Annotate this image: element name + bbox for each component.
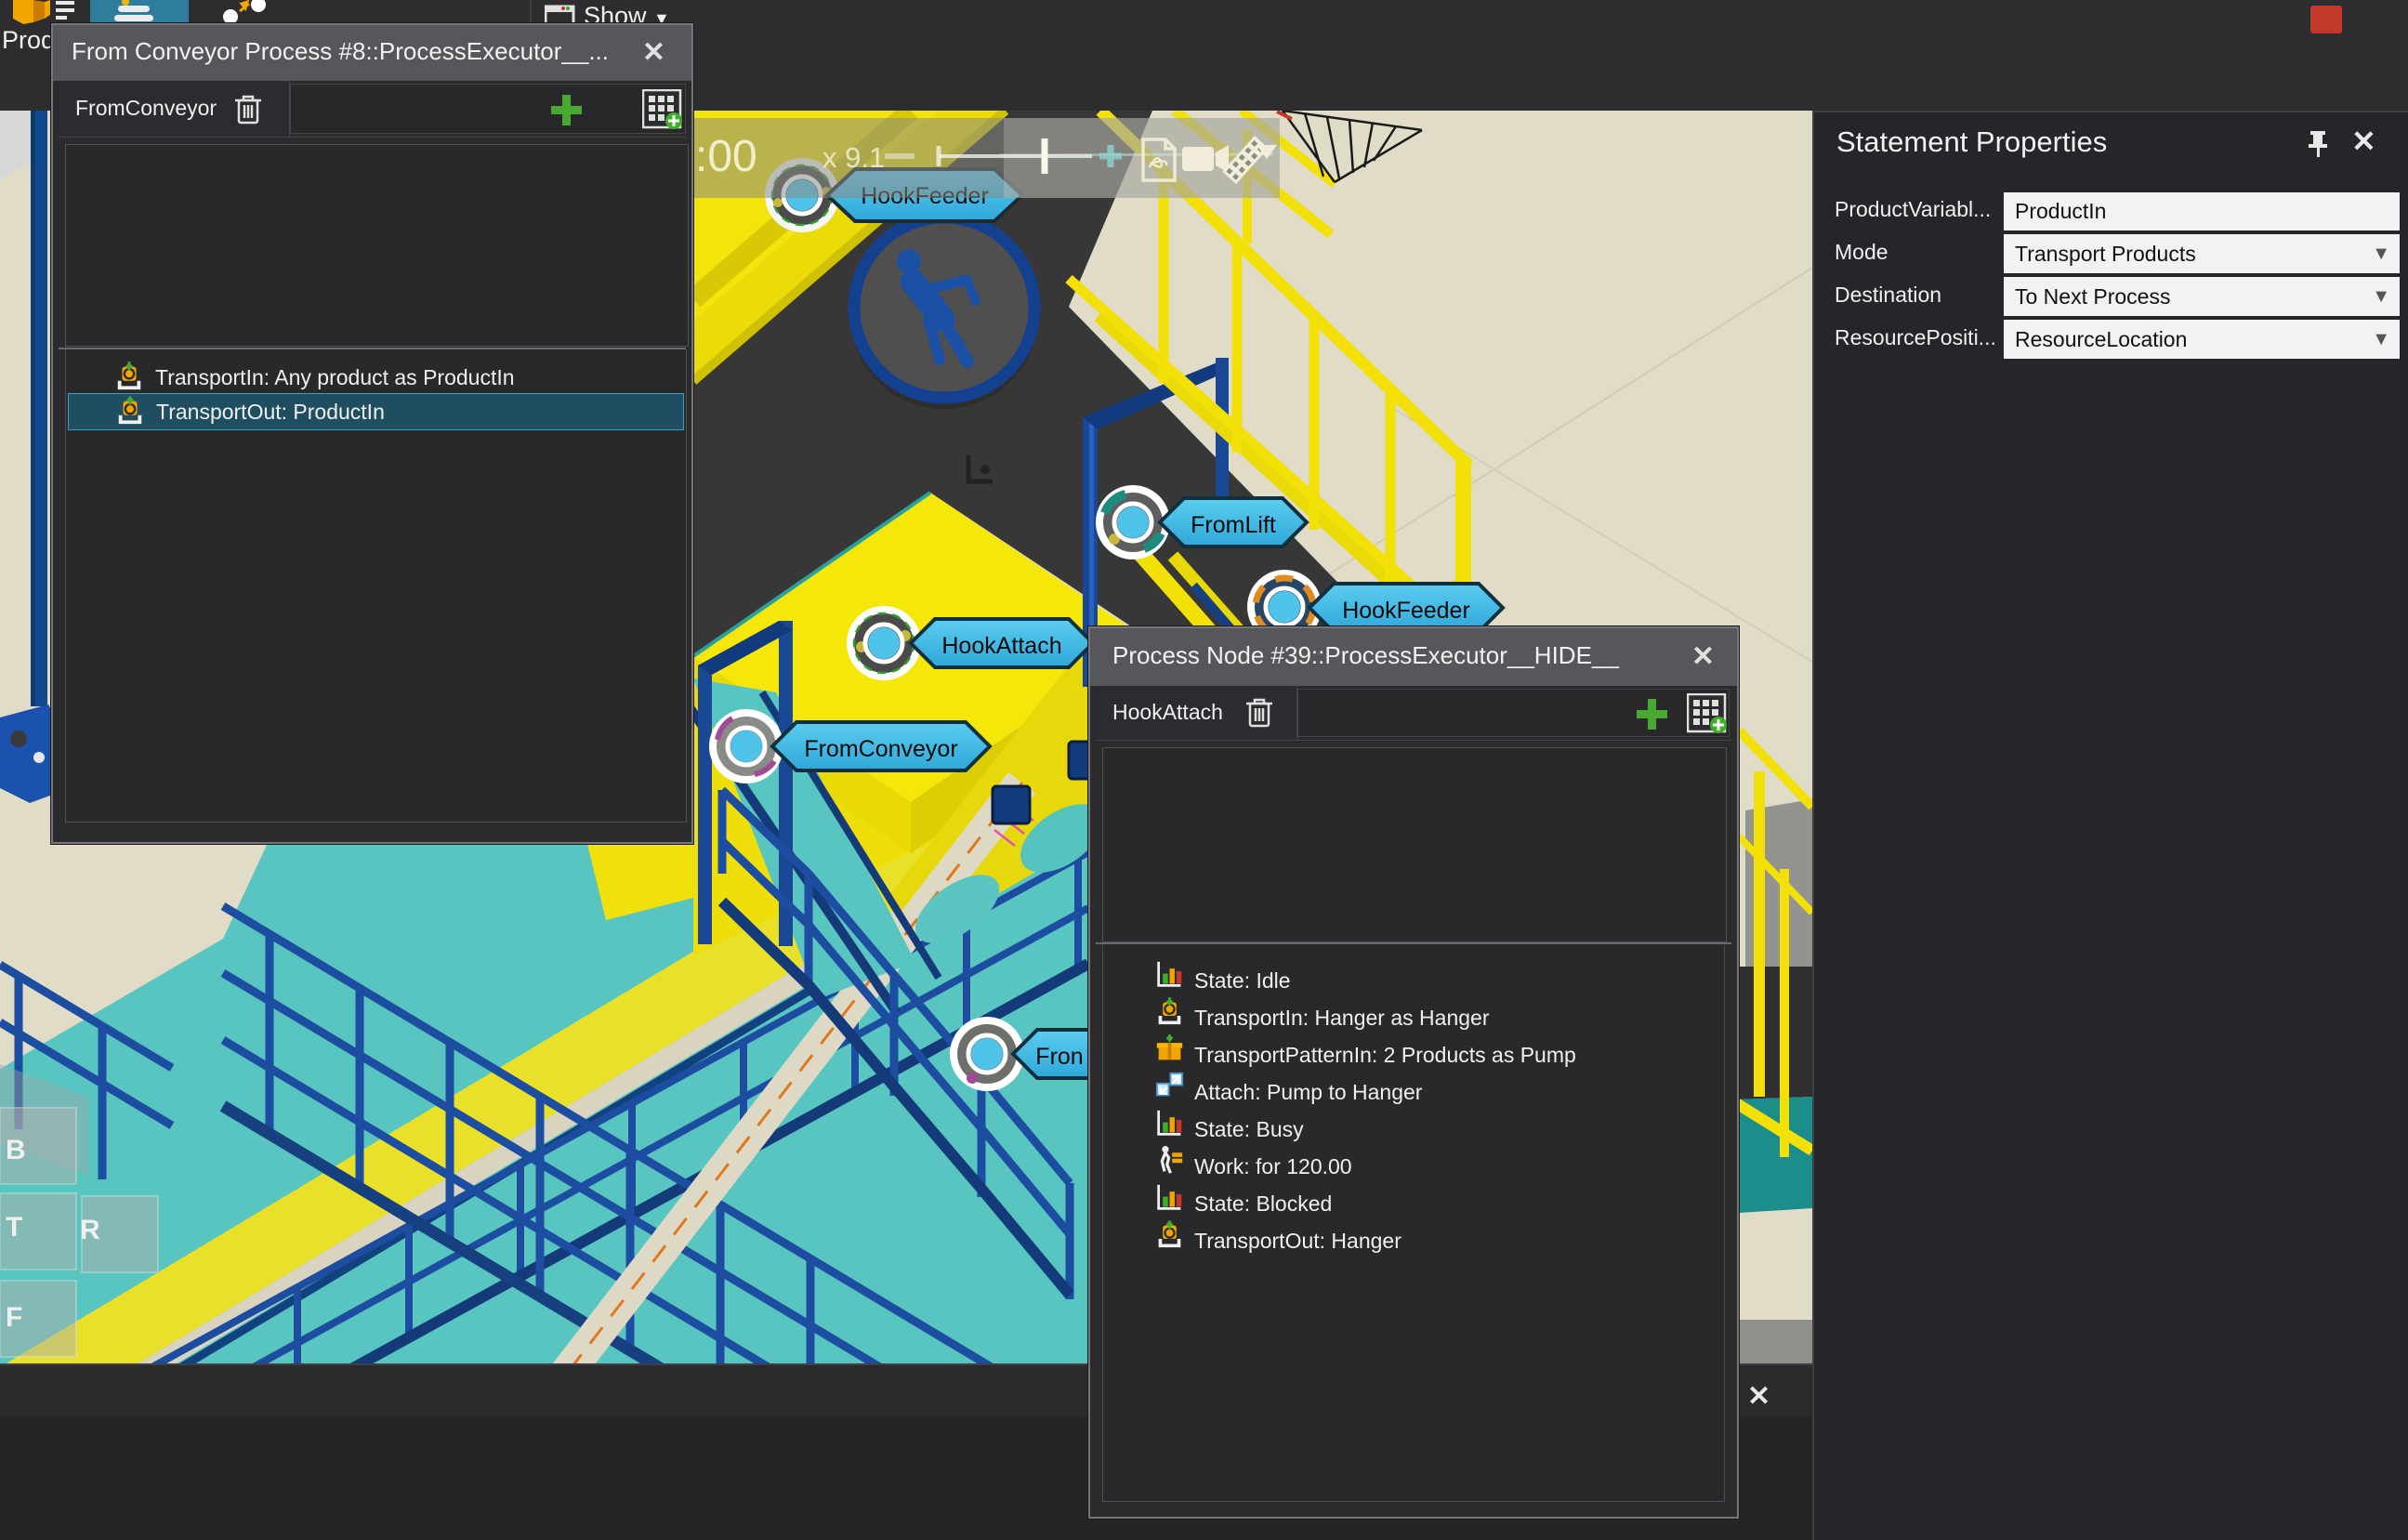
svg-text:B: B [6,1135,26,1165]
svg-text:Fron: Fron [1035,1044,1083,1070]
svg-text:x 9.1: x 9.1 [822,141,885,174]
svg-text:FromLift: FromLift [1191,512,1276,538]
svg-text::00: :00 [695,132,757,181]
svg-text:R: R [80,1215,100,1245]
svg-text:HookAttach: HookAttach [941,633,1061,659]
svg-text:FromConveyor: FromConveyor [804,736,957,762]
svg-text:T: T [6,1212,22,1243]
svg-text:HookFeeder: HookFeeder [1342,598,1470,624]
svg-text:F: F [6,1302,22,1333]
